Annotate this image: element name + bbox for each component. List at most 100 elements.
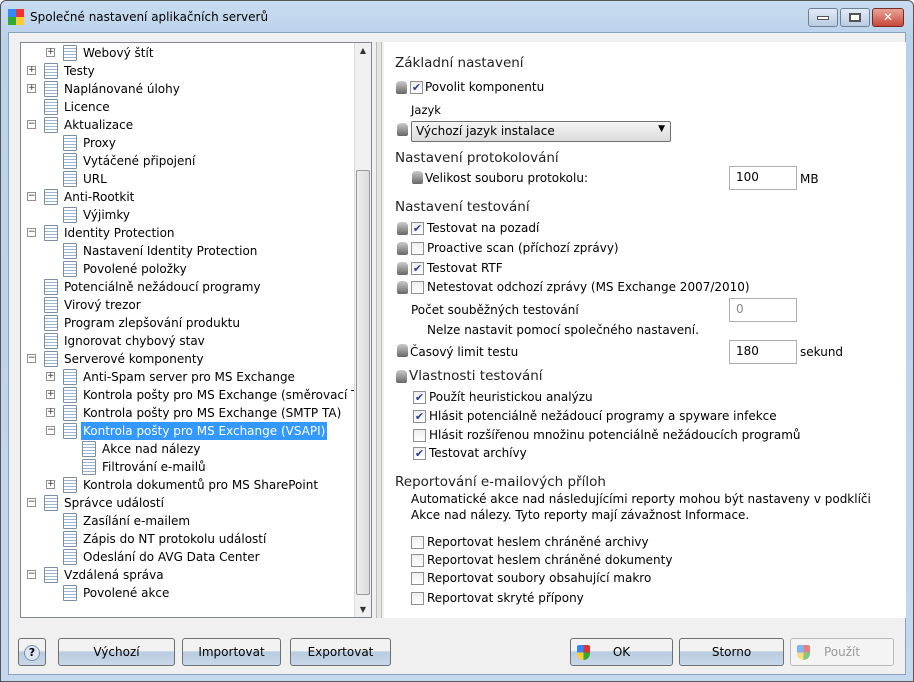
- settings-page-icon: [82, 441, 96, 457]
- settings-page-icon: [63, 585, 77, 601]
- shield-icon: [797, 645, 810, 660]
- tree-item[interactable]: URL: [21, 170, 355, 188]
- option-label: Testovat archívy: [429, 446, 527, 460]
- export-button[interactable]: Exportovat: [290, 638, 391, 666]
- tree-item[interactable]: − Anti-Rootkit: [21, 188, 355, 206]
- close-button[interactable]: ✕: [872, 8, 904, 27]
- option-checkbox[interactable]: [411, 281, 424, 294]
- lock-icon[interactable]: [396, 81, 407, 94]
- settings-page-icon: [44, 297, 58, 313]
- lock-icon[interactable]: [397, 281, 408, 294]
- lock-icon[interactable]: [412, 171, 423, 184]
- tree-item[interactable]: Potenciálně nežádoucí programy: [21, 278, 355, 296]
- option-checkbox[interactable]: [411, 242, 424, 255]
- tree-item[interactable]: + Webový štít: [21, 44, 355, 62]
- option-checkbox[interactable]: [411, 536, 424, 549]
- option-checkbox[interactable]: [413, 429, 426, 442]
- option-checkbox[interactable]: [411, 572, 424, 585]
- expand-icon[interactable]: +: [27, 84, 36, 93]
- option-label: Hlásit rozšířenou množinu potenciálně ne…: [429, 428, 801, 442]
- tree-item[interactable]: − Správce událostí: [21, 494, 355, 512]
- option-checkbox[interactable]: [411, 554, 424, 567]
- language-select[interactable]: Výchozí jazyk instalace ▼: [411, 121, 671, 142]
- help-button[interactable]: ?: [18, 638, 46, 666]
- collapse-icon[interactable]: −: [27, 498, 36, 507]
- tree-item[interactable]: Nastavení Identity Protection: [21, 242, 355, 260]
- lock-icon[interactable]: [397, 222, 408, 235]
- timeout-label: Časový limit testu: [410, 345, 519, 359]
- lock-icon[interactable]: [397, 262, 408, 275]
- log-size-input[interactable]: 100: [729, 166, 797, 190]
- scrollbar-thumb[interactable]: [356, 170, 370, 595]
- collapse-icon[interactable]: −: [27, 570, 36, 579]
- cancel-button[interactable]: Storno: [679, 638, 784, 666]
- expand-icon[interactable]: +: [46, 480, 55, 489]
- tree-item[interactable]: − Aktualizace: [21, 116, 355, 134]
- tree-item[interactable]: Proxy: [21, 134, 355, 152]
- expand-icon[interactable]: +: [46, 408, 55, 417]
- lock-icon[interactable]: [397, 123, 408, 136]
- expand-icon[interactable]: +: [46, 48, 55, 57]
- collapse-icon[interactable]: −: [27, 120, 36, 129]
- tree-item[interactable]: Vytáčené připojení: [21, 152, 355, 170]
- maximize-button[interactable]: [840, 8, 870, 27]
- tree-item[interactable]: + Naplánované úlohy: [21, 80, 355, 98]
- expand-icon[interactable]: +: [46, 390, 55, 399]
- tree-item[interactable]: + Kontrola pošty pro MS Exchange (SMTP TA…: [21, 404, 355, 422]
- option-checkbox[interactable]: ✔: [413, 410, 426, 423]
- default-button[interactable]: Výchozí: [58, 638, 175, 666]
- tree-item[interactable]: − Serverové komponenty: [21, 350, 355, 368]
- expand-icon[interactable]: +: [27, 66, 36, 75]
- tree-item[interactable]: − Vzdálená správa: [21, 566, 355, 584]
- tree-item[interactable]: − Identity Protection: [21, 224, 355, 242]
- option-checkbox[interactable]: ✔: [411, 222, 424, 235]
- option-checkbox[interactable]: [411, 592, 424, 605]
- collapse-icon[interactable]: −: [46, 426, 55, 435]
- tree-item[interactable]: Zápis do NT protokolu událostí: [21, 530, 355, 548]
- scroll-down-icon[interactable]: ▼: [355, 605, 371, 614]
- collapse-icon[interactable]: −: [27, 228, 36, 237]
- scroll-up-icon[interactable]: ▲: [355, 46, 371, 55]
- collapse-icon[interactable]: −: [27, 192, 36, 201]
- tree-item-label: Povolené položky: [83, 262, 187, 276]
- tree-item-label: Kontrola dokumentů pro MS SharePoint: [83, 478, 319, 492]
- tree-item[interactable]: Licence: [21, 98, 355, 116]
- tree-item-label: Nastavení Identity Protection: [83, 244, 258, 258]
- import-button[interactable]: Importovat: [182, 638, 281, 666]
- tree-item[interactable]: Akce nad nálezy: [21, 440, 355, 458]
- tree-item[interactable]: + Kontrola pošty pro MS Exchange (směrova…: [21, 386, 370, 404]
- ok-button[interactable]: OK: [570, 638, 673, 666]
- enable-component-checkbox[interactable]: ✔: [410, 81, 423, 94]
- collapse-icon[interactable]: −: [27, 354, 36, 363]
- option-checkbox[interactable]: ✔: [413, 391, 426, 404]
- tree-item[interactable]: Program zlepšování produktu: [21, 314, 355, 332]
- tree-item[interactable]: Zasílání e-mailem: [21, 512, 355, 530]
- lock-icon[interactable]: [397, 344, 408, 357]
- minimize-button[interactable]: [808, 8, 838, 27]
- settings-tree[interactable]: + Webový štít + Testy + Naplánované úlohy Lice…: [20, 42, 372, 618]
- settings-page-icon: [44, 495, 58, 511]
- tree-item[interactable]: Ignorovat chybový stav: [21, 332, 355, 350]
- option-label: Reportovat heslem chráněné dokumenty: [427, 553, 673, 567]
- option-checkbox[interactable]: ✔: [411, 262, 424, 275]
- tree-item[interactable]: Virový trezor: [21, 296, 355, 314]
- pane-splitter[interactable]: [376, 42, 382, 618]
- tree-item[interactable]: Povolené akce: [21, 584, 355, 602]
- tree-item[interactable]: − Kontrola pošty pro MS Exchange (VSAPI): [21, 422, 355, 440]
- settings-page-icon: [63, 549, 77, 565]
- lock-icon[interactable]: [397, 242, 408, 255]
- tree-item[interactable]: Výjimky: [21, 206, 355, 224]
- tree-item[interactable]: Filtrování e-mailů: [21, 458, 355, 476]
- timeout-input[interactable]: 180: [729, 340, 797, 364]
- option-checkbox[interactable]: ✔: [413, 447, 426, 460]
- tree-item[interactable]: Povolené položky: [21, 260, 355, 278]
- lock-icon[interactable]: [396, 370, 407, 383]
- tree-item[interactable]: Odeslání do AVG Data Center: [21, 548, 355, 566]
- option-label: Reportovat skryté přípony: [427, 591, 584, 605]
- tree-item[interactable]: + Kontrola dokumentů pro MS SharePoint: [21, 476, 355, 494]
- tree-item[interactable]: + Testy: [21, 62, 355, 80]
- expand-icon[interactable]: +: [46, 372, 55, 381]
- log-size-unit: MB: [800, 172, 819, 186]
- tree-item[interactable]: + Anti-Spam server pro MS Exchange: [21, 368, 355, 386]
- search-icon: [44, 63, 58, 79]
